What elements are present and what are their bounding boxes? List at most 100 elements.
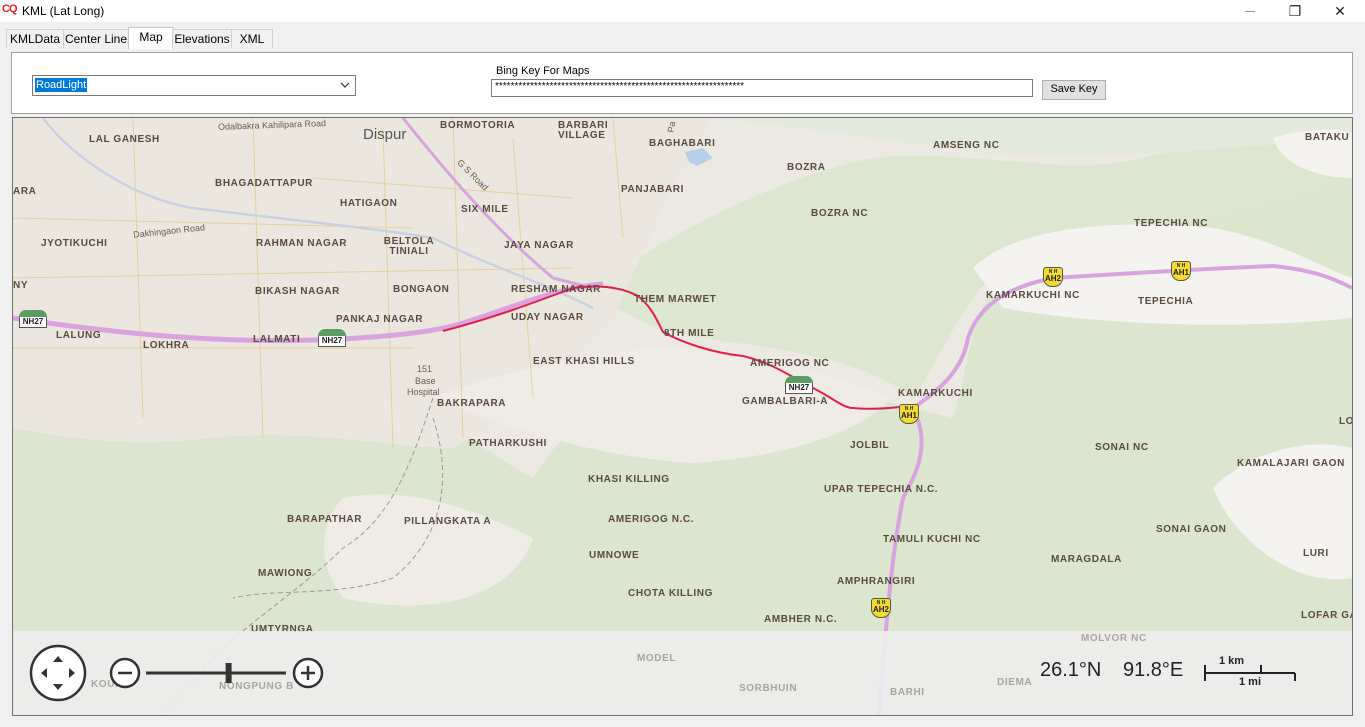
map-place-label: AMERIGOG NC: [750, 358, 830, 369]
map-place-label: SIX MILE: [461, 204, 509, 215]
map-nav-bar: MOLVOR NC MODEL NONGPUNG B SORBHUIN BARH…: [13, 631, 1352, 715]
tab-kmldata[interactable]: KMLData: [6, 29, 64, 48]
close-button[interactable]: ✕: [1317, 0, 1363, 22]
tab-elevations[interactable]: Elevations: [172, 29, 232, 48]
map-place-label: UMNOWE: [589, 550, 640, 561]
zoom-slider-thumb: [225, 663, 232, 683]
highway-shield: N H AH2: [871, 598, 891, 618]
map-place-label: PATHARKUSHI: [469, 438, 547, 449]
window-title: KML (Lat Long): [22, 4, 105, 18]
bing-key-input[interactable]: ****************************************…: [491, 79, 1033, 97]
map-place-label: UPAR TEPECHIA N.C.: [824, 484, 939, 495]
app-icon: CQ: [2, 3, 17, 15]
map-place-label: NY: [13, 280, 29, 291]
map-place-label: CHOTA KILLING: [628, 588, 714, 599]
zoom-control[interactable]: [108, 653, 328, 693]
map-road-label: Pa: [665, 120, 678, 134]
map-place-label: THEM MARWET: [634, 294, 717, 305]
map-place-label: AMBHER N.C.: [764, 614, 838, 625]
map-place-label: BIKASH NAGAR: [255, 286, 340, 297]
map-place-label: LAL GANESH: [89, 134, 160, 145]
map-place-label: MARAGDALA: [1051, 554, 1122, 565]
map-place-label: BOZRA NC: [811, 208, 869, 219]
map-place-label: AMERIGOG N.C.: [608, 514, 695, 525]
map-place-label: BONGAON: [393, 284, 450, 295]
tab-map[interactable]: Map: [128, 27, 174, 49]
highway-shield: N H AH1: [899, 404, 919, 424]
map-place-label: DIEMA: [997, 677, 1033, 688]
scale-bar: 1 km 1 mi: [1203, 653, 1299, 693]
map-place-label: UDAY NAGAR: [511, 312, 584, 323]
map-place-label: PANJABARI: [621, 184, 684, 195]
map-place-label: KHASI KILLING: [588, 474, 670, 485]
map-place-label: ARA: [13, 186, 37, 197]
map-place-label: JOLBIL: [850, 440, 890, 451]
map-place-label: KAMARKUCHI NC: [986, 290, 1080, 301]
zoom-out-icon: [109, 657, 141, 689]
pan-compass-icon[interactable]: [29, 644, 87, 702]
map-place-label: AMSENG NC: [933, 140, 1000, 151]
map-place-label: MAWIONG: [258, 568, 313, 579]
map-view[interactable]: Dispur Odalbakra Kahilipara Road Dakhing…: [12, 117, 1353, 716]
map-place-label: LALUNG: [56, 330, 102, 341]
highway-shield: N H AH2: [1043, 267, 1063, 287]
map-place-label: BARBARI VILLAGE: [558, 120, 609, 141]
restore-button[interactable]: ❐: [1272, 0, 1318, 22]
map-canvas: [13, 118, 1352, 715]
map-place-label: GAMBALBARI-A: [742, 396, 829, 407]
hospital-label: 151: [417, 364, 433, 374]
map-place-label: LOFAR GA: [1301, 610, 1353, 621]
map-place-label: SONAI GAON: [1156, 524, 1227, 535]
map-place-label: PANKAJ NAGAR: [336, 314, 424, 325]
map-place-label: LURI: [1303, 548, 1329, 559]
highway-shield: NH27: [785, 376, 813, 394]
save-key-button[interactable]: Save Key: [1042, 80, 1106, 100]
title-bar: CQ KML (Lat Long) — ❐ ✕: [0, 0, 1365, 22]
map-place-label: BARHI: [890, 687, 925, 698]
map-place-label: TEPECHIA NC: [1134, 218, 1209, 229]
map-style-select[interactable]: RoadLight: [32, 75, 356, 96]
map-place-label: BHAGADATTAPUR: [215, 178, 313, 189]
highway-shield: NH27: [318, 329, 346, 347]
map-place-label: BORMOTORIA: [440, 120, 516, 131]
highway-shield: N H AH1: [1171, 261, 1191, 281]
map-place-label: EAST KHASI HILLS: [533, 356, 635, 367]
map-place-label: SORBHUIN: [739, 683, 798, 694]
map-place-label: JYOTIKUCHI: [41, 238, 108, 249]
hospital-label: Hospital: [407, 387, 440, 397]
map-place-label: KAMALAJARI GAON: [1237, 458, 1345, 469]
map-place-label: 8TH MILE: [664, 328, 715, 339]
map-style-value: RoadLight: [35, 78, 88, 92]
map-place-label: TEPECHIA: [1138, 296, 1194, 307]
map-place-label: MOLVOR NC: [1081, 633, 1147, 644]
highway-shield: NH27: [19, 310, 47, 328]
map-place-label: MODEL: [637, 653, 677, 664]
map-place-label: BAGHABARI: [649, 138, 716, 149]
map-city-label: Dispur: [363, 126, 407, 143]
restore-icon: ❐: [1288, 2, 1302, 19]
scale-mi-label: 1 mi: [1239, 676, 1262, 688]
map-place-label: RAHMAN NAGAR: [256, 238, 348, 249]
chevron-down-icon: [340, 82, 350, 88]
map-place-label: BAKRAPARA: [437, 398, 507, 409]
longitude-readout: 91.8°E: [1123, 659, 1184, 681]
tab-xml[interactable]: XML: [231, 29, 273, 48]
hospital-label: Base: [415, 376, 436, 386]
tab-center-line[interactable]: Center Line: [63, 29, 129, 48]
map-place-label: BARAPATHAR: [287, 514, 363, 525]
minimize-button[interactable]: —: [1227, 0, 1273, 22]
bing-key-label: Bing Key For Maps: [496, 65, 590, 77]
map-place-label: KAMARKUCHI: [898, 388, 973, 399]
latitude-readout: 26.1°N: [1040, 659, 1102, 681]
map-place-label: AMPHRANGIRI: [837, 576, 916, 587]
map-place-label: LOKHRA: [143, 340, 190, 351]
map-place-label: LALMATI: [253, 334, 301, 345]
map-place-label: BATAKU: [1305, 132, 1350, 143]
map-place-label: BELTOLA TINIALI: [383, 236, 435, 257]
scale-km-label: 1 km: [1219, 655, 1245, 667]
close-icon: ✕: [1334, 2, 1346, 19]
zoom-in-icon: [292, 657, 324, 689]
map-place-label: RESHAM NAGAR: [511, 284, 601, 295]
map-place-label: JAYA NAGAR: [504, 240, 574, 251]
map-place-label: PILLANGKATA A: [404, 516, 492, 527]
